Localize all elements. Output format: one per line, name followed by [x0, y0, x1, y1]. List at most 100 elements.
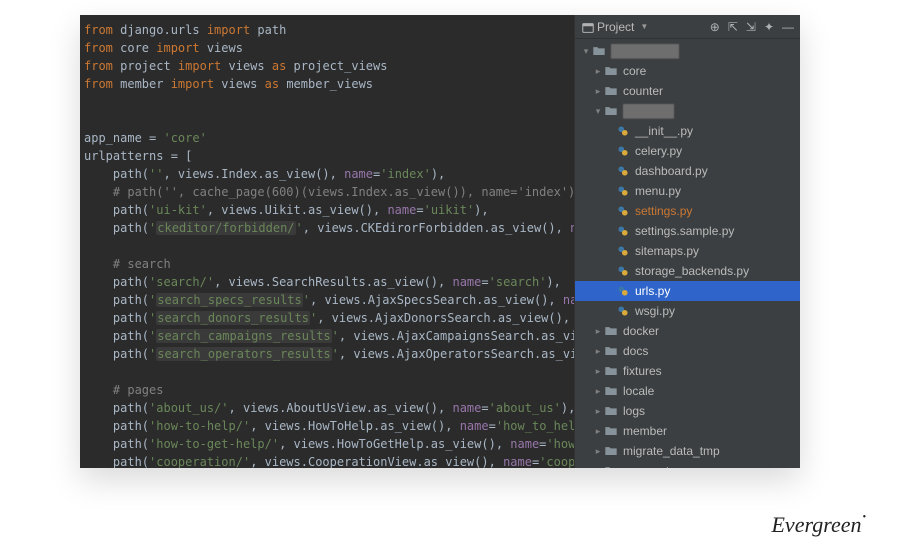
chevron-icon[interactable]: ▾	[581, 46, 591, 57]
tree-item-label: __init__.py	[635, 124, 693, 138]
tree-item-label: urls.py	[635, 284, 670, 298]
tree-file[interactable]: wsgi.py	[575, 301, 800, 321]
code-line[interactable]: path('about_us/', views.AboutUsView.as_v…	[80, 399, 574, 417]
tree-item-label: ████████	[611, 44, 679, 58]
tree-folder[interactable]: ▾ ██████	[575, 101, 800, 121]
tree-item-label: migrate_data_tmp	[623, 444, 720, 458]
tree-folder[interactable]: ▸ member	[575, 421, 800, 441]
hide-icon[interactable]: —	[782, 20, 794, 34]
code-line[interactable]: path('ckeditor/forbidden/', views.CKEdir…	[80, 219, 574, 237]
tree-item-label: locale	[623, 384, 654, 398]
tree-item-label: celery.py	[635, 144, 682, 158]
code-line[interactable]: urlpatterns = [	[80, 147, 574, 165]
collapse-icon[interactable]: ⇱	[728, 20, 738, 34]
code-line[interactable]: app_name = 'core'	[80, 129, 574, 147]
tree-folder[interactable]: ▸ docker	[575, 321, 800, 341]
code-line[interactable]: path('how-to-get-help/', views.HowToGetH…	[80, 435, 574, 453]
tree-item-label: docs	[623, 344, 648, 358]
code-line[interactable]: path('cooperation/', views.CooperationVi…	[80, 453, 574, 468]
ide-window: from django.urls import pathfrom core im…	[80, 15, 800, 468]
gear-icon[interactable]: ✦	[764, 20, 774, 34]
tree-item-label: logs	[623, 404, 645, 418]
tree-folder[interactable]: ▸ locale	[575, 381, 800, 401]
code-line[interactable]: # pages	[80, 381, 574, 399]
folder-icon	[591, 43, 607, 59]
python-file-icon	[615, 303, 631, 319]
tree-folder[interactable]: ▸core	[575, 61, 800, 81]
code-line[interactable]: path('search_campaigns_results', views.A…	[80, 327, 574, 345]
tree-item-label: sitemaps.py	[635, 244, 699, 258]
code-line[interactable]: from django.urls import path	[80, 21, 574, 39]
folder-icon	[603, 463, 619, 468]
tree-file[interactable]: celery.py	[575, 141, 800, 161]
target-icon[interactable]: ⊕	[710, 20, 720, 34]
python-file-icon	[615, 163, 631, 179]
tree-item-label: member	[623, 424, 667, 438]
tree-item-label: ██████	[623, 104, 674, 118]
chevron-icon[interactable]: ▸	[593, 426, 603, 437]
tree-file[interactable]: settings.py	[575, 201, 800, 221]
python-file-icon	[615, 203, 631, 219]
project-sidebar: Project ▼ ⊕ ⇱ ⇲ ✦ — ▾ ████████ ▸core▸count…	[574, 15, 800, 468]
folder-icon	[603, 343, 619, 359]
python-file-icon	[615, 263, 631, 279]
chevron-icon[interactable]: ▸	[593, 86, 603, 97]
code-line[interactable]	[80, 237, 574, 255]
tree-item-label: dashboard.py	[635, 164, 708, 178]
code-line[interactable]: path('search_operators_results', views.A…	[80, 345, 574, 363]
code-line[interactable]: path('ui-kit', views.Uikit.as_view(), na…	[80, 201, 574, 219]
watermark: Evergreen	[771, 512, 866, 538]
folder-icon	[603, 423, 619, 439]
code-line[interactable]	[80, 363, 574, 381]
project-tool-title[interactable]: Project ▼	[581, 20, 710, 34]
python-file-icon	[615, 123, 631, 139]
chevron-icon[interactable]: ▸	[593, 66, 603, 77]
python-file-icon	[615, 183, 631, 199]
chevron-icon[interactable]: ▸	[593, 366, 603, 377]
tree-file[interactable]: settings.sample.py	[575, 221, 800, 241]
tree-file[interactable]: urls.py	[575, 281, 800, 301]
chevron-icon[interactable]: ▸	[593, 446, 603, 457]
tree-file[interactable]: storage_backends.py	[575, 261, 800, 281]
chevron-icon[interactable]: ▸	[593, 386, 603, 397]
chevron-icon[interactable]: ▸	[593, 326, 603, 337]
tree-file[interactable]: menu.py	[575, 181, 800, 201]
expand-icon[interactable]: ⇲	[746, 20, 756, 34]
code-line[interactable]: path('search/', views.SearchResults.as_v…	[80, 273, 574, 291]
project-title-label: Project	[597, 20, 634, 34]
tree-folder[interactable]: ▸fixtures	[575, 361, 800, 381]
code-line[interactable]: from project import views as project_vie…	[80, 57, 574, 75]
code-line[interactable]	[80, 111, 574, 129]
tree-file[interactable]: __init__.py	[575, 121, 800, 141]
code-editor[interactable]: from django.urls import pathfrom core im…	[80, 15, 574, 468]
tree-file[interactable]: sitemaps.py	[575, 241, 800, 261]
chevron-icon[interactable]: ▸	[593, 346, 603, 357]
code-line[interactable]: path('', views.Index.as_view(), name='in…	[80, 165, 574, 183]
tree-file[interactable]: dashboard.py	[575, 161, 800, 181]
tree-item-label: wsgi.py	[635, 304, 675, 318]
python-file-icon	[615, 243, 631, 259]
tree-item-label: settings.sample.py	[635, 224, 734, 238]
code-line[interactable]: path('how-to-help/', views.HowToHelp.as_…	[80, 417, 574, 435]
tree-item-label: docker	[623, 324, 659, 338]
python-file-icon	[615, 223, 631, 239]
project-tree[interactable]: ▾ ████████ ▸core▸counter ▾ ██████ __init__.py…	[575, 39, 800, 468]
tree-folder[interactable]: ▾ ████████	[575, 41, 800, 61]
python-file-icon	[615, 143, 631, 159]
code-line[interactable]: from member import views as member_views	[80, 75, 574, 93]
code-line[interactable]: # path('', cache_page(600)(views.Index.a…	[80, 183, 574, 201]
tree-folder[interactable]: ▸payment	[575, 461, 800, 468]
code-line[interactable]: path('search_specs_results', views.AjaxS…	[80, 291, 574, 309]
tree-folder[interactable]: ▸ logs	[575, 401, 800, 421]
code-line[interactable]: path('search_donors_results', views.Ajax…	[80, 309, 574, 327]
chevron-icon[interactable]: ▸	[593, 466, 603, 469]
chevron-icon[interactable]: ▾	[593, 106, 603, 117]
code-line[interactable]: # search	[80, 255, 574, 273]
chevron-down-icon: ▼	[640, 22, 648, 31]
tree-folder[interactable]: ▸counter	[575, 81, 800, 101]
chevron-icon[interactable]: ▸	[593, 406, 603, 417]
code-line[interactable]: from core import views	[80, 39, 574, 57]
tree-folder[interactable]: ▸ docs	[575, 341, 800, 361]
code-line[interactable]	[80, 93, 574, 111]
tree-folder[interactable]: ▸ migrate_data_tmp	[575, 441, 800, 461]
